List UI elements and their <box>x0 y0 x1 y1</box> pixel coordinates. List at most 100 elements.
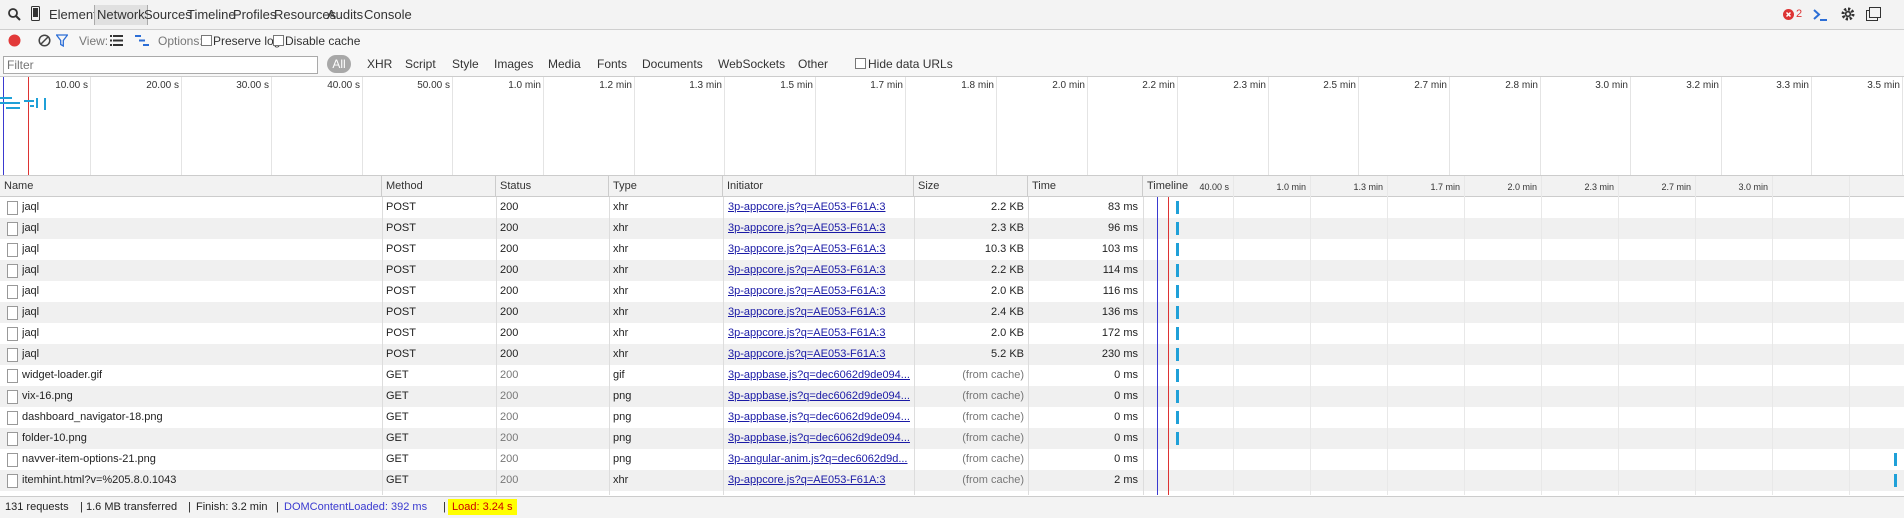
large-rows-icon[interactable] <box>110 35 123 46</box>
request-initiator-link[interactable]: 3p-appcore.js?q=AE053-F61A:3 <box>728 470 910 491</box>
timeline-overview[interactable]: 10.00 s 20.00 s 30.00 s 40.00 s 50.00 s 1.0 m… <box>0 77 1904 176</box>
filter-fonts[interactable]: Fonts <box>597 57 627 71</box>
column-divider[interactable] <box>1028 197 1029 495</box>
filter-other[interactable]: Other <box>798 57 828 71</box>
request-timeline-bar[interactable] <box>1176 432 1179 445</box>
column-divider[interactable] <box>1143 197 1144 495</box>
filter-bar: All XHR Script Style Images Media Fonts … <box>0 52 1904 77</box>
inspect-search-icon[interactable] <box>8 8 21 21</box>
filter-xhr[interactable]: XHR <box>367 57 392 71</box>
request-name[interactable]: jaql <box>22 218 377 239</box>
tab-audits[interactable]: Audits <box>327 7 363 22</box>
request-time: 0 ms <box>1114 453 1138 465</box>
tab-profiles[interactable]: Profiles <box>233 7 276 22</box>
column-name-header[interactable]: Name <box>0 176 382 196</box>
column-time-header[interactable]: Time <box>1028 176 1143 196</box>
filter-script[interactable]: Script <box>405 57 436 71</box>
column-size-header[interactable]: Size <box>914 176 1028 196</box>
overview-waterfall-icon[interactable] <box>135 35 149 46</box>
column-divider[interactable] <box>723 197 724 495</box>
filter-documents[interactable]: Documents <box>642 57 703 71</box>
record-icon[interactable] <box>8 34 21 47</box>
request-timeline-bar[interactable] <box>1176 306 1179 319</box>
filter-style[interactable]: Style <box>452 57 479 71</box>
request-name[interactable]: jaql <box>22 302 377 323</box>
hide-data-urls-label[interactable]: Hide data URLs <box>868 57 953 71</box>
column-method-header[interactable]: Method <box>382 176 496 196</box>
request-timeline-bar[interactable] <box>1176 327 1179 340</box>
request-initiator-link[interactable]: 3p-appcore.js?q=AE053-F61A:3 <box>728 218 910 239</box>
request-initiator-link[interactable]: 3p-angular-anim.js?q=dec6062d9d... <box>728 449 910 470</box>
request-initiator-link[interactable]: 3p-appbase.js?q=dec6062d9de094... <box>728 365 910 386</box>
request-timeline-bar[interactable] <box>1176 201 1179 214</box>
request-name[interactable]: itemhint.html?v=%205.8.0.1043 <box>22 470 377 491</box>
request-timeline-bar[interactable] <box>1176 348 1179 361</box>
dock-side-icon[interactable] <box>1866 7 1881 21</box>
overview-tick-label: 40.00 s <box>327 80 360 91</box>
column-type-header[interactable]: Type <box>609 176 723 196</box>
request-timeline-bar[interactable] <box>1176 264 1179 277</box>
clear-icon[interactable] <box>38 34 51 47</box>
request-time: 172 ms <box>1101 327 1138 339</box>
tab-network[interactable]: Network <box>94 5 148 25</box>
request-name[interactable]: jaql <box>22 197 377 218</box>
request-initiator-link[interactable]: 3p-appbase.js?q=dec6062d9de094... <box>728 407 910 428</box>
request-initiator-link[interactable]: 3p-appcore.js?q=AE053-F61A:3 <box>728 323 910 344</box>
request-name[interactable]: folder-10.png <box>22 428 377 449</box>
settings-gear-icon[interactable] <box>1840 6 1856 22</box>
column-divider[interactable] <box>609 197 610 495</box>
filter-all-button[interactable]: All <box>327 55 351 73</box>
request-initiator-link[interactable]: 3p-appcore.js?q=AE053-F61A:3 <box>728 260 910 281</box>
overview-gridline <box>181 77 182 175</box>
request-name[interactable]: vix-16.png <box>22 386 377 407</box>
request-name[interactable]: jaql <box>22 344 377 365</box>
filter-images[interactable]: Images <box>494 57 533 71</box>
filter-input[interactable] <box>3 56 318 74</box>
request-size: 2.0 KB <box>990 285 1024 297</box>
request-initiator-link[interactable]: 3p-appbase.js?q=dec6062d9de094... <box>728 428 910 449</box>
request-timeline-bar[interactable] <box>1176 285 1179 298</box>
column-divider[interactable] <box>382 197 383 495</box>
request-initiator-link[interactable]: 3p-appcore.js?q=AE053-F61A:3 <box>728 281 910 302</box>
request-timeline-bar[interactable] <box>1176 390 1179 403</box>
request-initiator-link[interactable]: 3p-appcore.js?q=AE053-F61A:3 <box>728 239 910 260</box>
filter-websockets[interactable]: WebSockets <box>718 57 785 71</box>
disable-cache-checkbox[interactable] <box>273 35 284 46</box>
request-name[interactable]: dashboard_navigator-18.png <box>22 407 377 428</box>
device-mode-icon[interactable] <box>31 6 40 21</box>
request-timeline-bar[interactable] <box>1176 243 1179 256</box>
request-name[interactable]: jaql <box>22 281 377 302</box>
console-drawer-icon[interactable] <box>1812 7 1828 22</box>
preserve-log-label[interactable]: Preserve log <box>213 34 280 48</box>
tab-timeline[interactable]: Timeline <box>187 7 236 22</box>
request-timeline-bar[interactable] <box>1894 474 1897 487</box>
request-name[interactable]: jaql <box>22 260 377 281</box>
filter-funnel-icon[interactable] <box>56 34 68 47</box>
request-name[interactable]: jaql <box>22 323 377 344</box>
file-icon <box>7 348 18 362</box>
file-icon <box>7 243 18 257</box>
column-divider[interactable] <box>914 197 915 495</box>
hide-data-urls-checkbox[interactable] <box>855 58 866 69</box>
request-timeline-bar[interactable] <box>1176 369 1179 382</box>
disable-cache-label[interactable]: Disable cache <box>285 34 360 48</box>
tab-sources[interactable]: Sources <box>144 7 192 22</box>
column-initiator-header[interactable]: Initiator <box>723 176 914 196</box>
request-initiator-link[interactable]: 3p-appbase.js?q=dec6062d9de094... <box>728 386 910 407</box>
filter-media[interactable]: Media <box>548 57 581 71</box>
request-timeline-bar[interactable] <box>1176 222 1179 235</box>
request-initiator-link[interactable]: 3p-appcore.js?q=AE053-F61A:3 <box>728 197 910 218</box>
tab-console[interactable]: Console <box>364 7 412 22</box>
request-name[interactable]: navver-item-options-21.png <box>22 449 377 470</box>
column-status-header[interactable]: Status <box>496 176 609 196</box>
request-timeline-bar[interactable] <box>1894 453 1897 466</box>
column-divider[interactable] <box>496 197 497 495</box>
error-icon[interactable] <box>1783 9 1794 20</box>
request-timeline-bar[interactable] <box>1176 411 1179 424</box>
preserve-log-checkbox[interactable] <box>201 35 212 46</box>
request-initiator-link[interactable]: 3p-appcore.js?q=AE053-F61A:3 <box>728 302 910 323</box>
request-initiator-link[interactable]: 3p-appcore.js?q=AE053-F61A:3 <box>728 344 910 365</box>
request-name[interactable]: widget-loader.gif <box>22 365 377 386</box>
error-count[interactable]: 2 <box>1796 8 1802 20</box>
request-name[interactable]: jaql <box>22 239 377 260</box>
